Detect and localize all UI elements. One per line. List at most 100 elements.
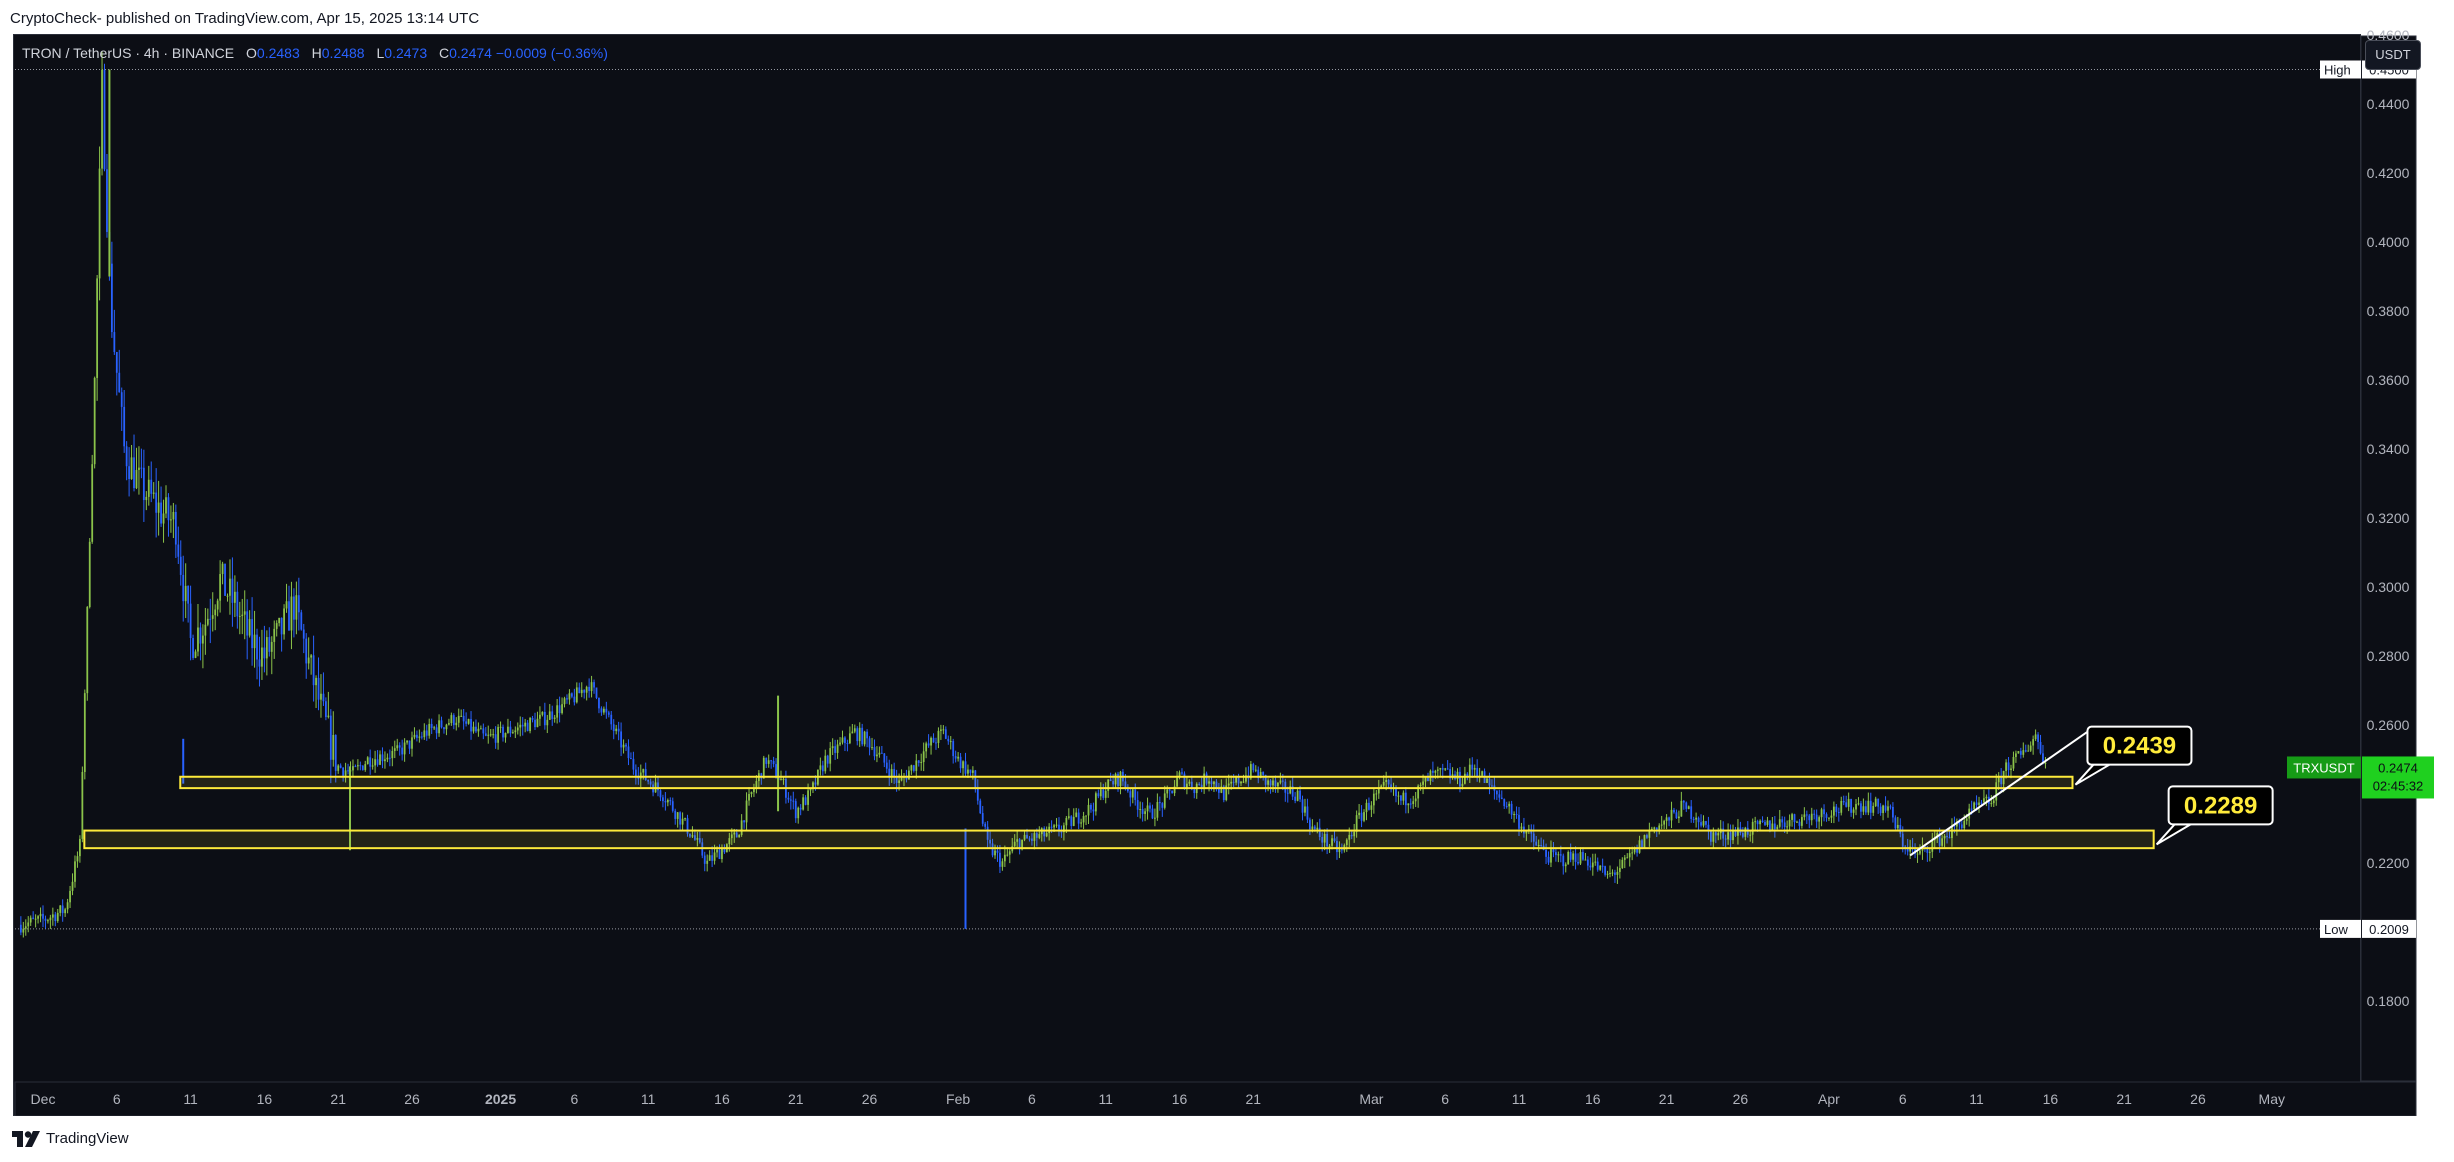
candle-body — [1099, 789, 1102, 797]
candle-body — [1813, 813, 1816, 815]
candle-body — [1606, 873, 1609, 875]
candle-body — [27, 922, 30, 927]
candle-body — [300, 612, 303, 630]
candle-body — [1877, 798, 1880, 807]
candle-body — [475, 726, 477, 732]
candle-body — [1370, 805, 1373, 810]
candle-body — [359, 765, 362, 767]
candle-body — [1776, 826, 1779, 830]
candle-body — [1626, 857, 1629, 859]
candle-body — [1149, 805, 1151, 809]
candle-body — [1596, 861, 1599, 870]
candle-body — [443, 727, 445, 730]
candle-body — [315, 677, 317, 686]
candle-body — [312, 655, 315, 686]
time-tick-label: 6 — [1028, 1091, 1036, 1107]
candle-body — [984, 823, 987, 827]
candle-body — [1564, 864, 1567, 867]
candle-body — [1444, 768, 1447, 770]
candle-body — [123, 406, 126, 447]
candle-body — [878, 752, 881, 755]
candle-body — [1065, 817, 1068, 826]
candle-body — [1702, 821, 1705, 826]
candle-body — [86, 607, 89, 694]
price-tick-label: 0.3400 — [2367, 441, 2410, 457]
candle-body — [268, 637, 271, 652]
symbol-legend[interactable]: TRON / TetherUS · 4h · BINANCE O0.2483 H… — [22, 45, 608, 61]
candle-body — [290, 596, 293, 631]
candle-body — [347, 770, 349, 772]
candle-body — [600, 708, 603, 713]
candle-body — [536, 718, 539, 728]
candle-body — [1614, 872, 1616, 875]
candle-body — [270, 641, 273, 652]
candle-body — [566, 698, 568, 700]
candle-body — [1412, 801, 1415, 805]
candle-body — [433, 727, 436, 729]
candle-body — [1894, 817, 1897, 829]
candle-body — [1830, 815, 1833, 818]
candle-body — [1495, 790, 1498, 795]
time-tick-label: Apr — [1818, 1091, 1840, 1107]
candle-body — [1665, 817, 1668, 821]
candle-body — [1832, 806, 1835, 816]
candle-body — [1567, 852, 1570, 865]
candle-body — [1801, 817, 1803, 826]
candle-body — [1582, 852, 1584, 860]
candle-body — [841, 737, 844, 743]
time-tick-label: 21 — [330, 1091, 346, 1107]
candle-body — [1166, 789, 1169, 794]
candle-body — [285, 601, 288, 609]
price-tick-label: 0.4200 — [2367, 165, 2410, 181]
candle-body — [1889, 806, 1892, 808]
candle-body — [551, 711, 554, 719]
symbol-title[interactable]: TRON / TetherUS · 4h · BINANCE — [22, 45, 234, 61]
candle-body — [612, 724, 615, 732]
time-tick-label: Feb — [946, 1091, 970, 1107]
candle-body — [113, 332, 116, 352]
candle-body — [1783, 822, 1786, 828]
last-price-symbol: TRXUSDT — [2293, 760, 2354, 775]
candle-body — [952, 741, 955, 757]
candle-body — [1586, 859, 1589, 866]
candle-body — [246, 611, 249, 636]
candle-body — [925, 743, 928, 752]
candle-body — [863, 731, 866, 745]
candle-body — [1404, 792, 1407, 806]
candle-body — [1144, 811, 1146, 814]
candle-body — [1161, 803, 1164, 808]
time-tick-label: 26 — [862, 1091, 878, 1107]
candle-body — [1611, 872, 1614, 874]
candle-body — [504, 732, 507, 738]
candle-body — [1094, 793, 1097, 812]
candle-body — [1963, 820, 1966, 829]
currency-button[interactable]: USDT — [2365, 40, 2421, 70]
candle-body — [1338, 849, 1341, 853]
candle-body — [711, 855, 714, 861]
candle-body — [1884, 805, 1887, 811]
candle-body — [1080, 822, 1083, 824]
candle-body — [118, 372, 121, 393]
candle-body — [420, 736, 423, 738]
candle-body — [1850, 798, 1852, 813]
candle-body — [450, 715, 453, 724]
candle-body — [708, 855, 711, 861]
candle-body — [836, 744, 839, 753]
candle-body — [539, 714, 541, 719]
candle-body — [465, 721, 468, 724]
candle-body — [1552, 849, 1555, 853]
candle-body — [1928, 851, 1931, 853]
price-chart[interactable]: 0.46000.44000.42000.40000.38000.36000.34… — [0, 0, 2454, 1162]
candle-body — [1301, 799, 1304, 813]
candle-body — [192, 638, 194, 658]
time-tick-label: 21 — [788, 1091, 804, 1107]
candle-body — [74, 861, 76, 882]
candle-body — [388, 757, 391, 759]
candle-body — [962, 761, 964, 769]
candle-body — [226, 595, 229, 597]
time-tick-label: 6 — [113, 1091, 121, 1107]
tradingview-logo[interactable]: TradingView — [12, 1130, 129, 1147]
candle-body — [120, 392, 123, 407]
candle-body — [322, 693, 325, 702]
candle-body — [1882, 805, 1884, 814]
